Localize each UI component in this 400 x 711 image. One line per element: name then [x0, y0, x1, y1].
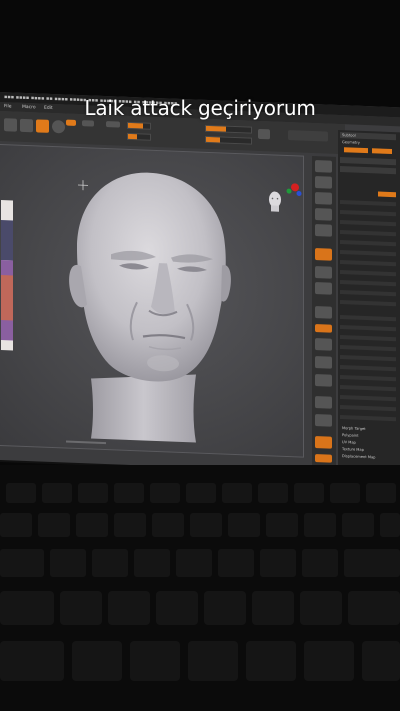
- xyz-button[interactable]: [315, 306, 332, 319]
- del-lower-button[interactable]: [372, 148, 392, 155]
- rgb-intensity-slider[interactable]: [127, 121, 151, 130]
- solo-button[interactable]: [315, 436, 332, 449]
- move-view-button[interactable]: [315, 338, 332, 351]
- palette-item-texture-map[interactable]: Texture Map: [342, 447, 364, 452]
- palette-item-uv-map[interactable]: UV Map: [342, 440, 356, 445]
- photo-scene: ▪▪▪ ▪▪▪▪ ▪▪▪▪ ▪▪ ▪▪▪▪ ▪▪▪▪▪ ▪▪▪ ▪▪▪▪▪ ▪▪…: [0, 0, 400, 711]
- 3d-viewport[interactable]: [0, 143, 304, 458]
- palette-item-morph-target[interactable]: Morph Target: [342, 426, 366, 431]
- orientation-gizmo-icon: [286, 183, 302, 196]
- caption-text: Laik attack geçiriyorum: [84, 96, 316, 120]
- floor-button[interactable]: [315, 266, 332, 279]
- sdiv-slider[interactable]: [378, 191, 396, 198]
- draw-mode-button[interactable]: [20, 118, 33, 133]
- divide-button[interactable]: [344, 147, 368, 154]
- local-button[interactable]: [315, 282, 332, 295]
- monitor-screen: ▪▪▪ ▪▪▪▪ ▪▪▪▪ ▪▪ ▪▪▪▪ ▪▪▪▪▪ ▪▪▪ ▪▪▪▪▪ ▪▪…: [0, 92, 400, 476]
- subtool-palette: Subtool Geometry Morph Target Polypaint …: [338, 129, 400, 476]
- sculpt-neck: [91, 374, 196, 443]
- keyboard: [0, 465, 400, 711]
- z-intensity-slider[interactable]: [127, 132, 151, 141]
- transp-button[interactable]: [315, 414, 332, 427]
- active-points-readout: [288, 130, 328, 142]
- draw-size-slider[interactable]: [205, 135, 252, 145]
- dynamic-button[interactable]: [258, 128, 270, 140]
- reference-image: [1, 200, 13, 351]
- bpr-button[interactable]: [315, 160, 332, 173]
- spix-button[interactable]: [315, 176, 332, 189]
- rotate-mode-button[interactable]: [52, 119, 65, 134]
- head-thumbnail-icon: [269, 191, 281, 212]
- rotate-view-button[interactable]: [315, 374, 332, 387]
- zsub-toggle[interactable]: [106, 121, 120, 128]
- edit-mode-button[interactable]: [4, 118, 17, 132]
- scroll-button[interactable]: [315, 192, 332, 205]
- move-mode-button[interactable]: [36, 119, 49, 133]
- persp-button[interactable]: [315, 248, 332, 261]
- polyf-button[interactable]: [315, 396, 332, 409]
- zoom-button[interactable]: [315, 208, 332, 221]
- right-tool-shelf: [312, 155, 336, 467]
- viewport-canvas: [1, 172, 302, 445]
- palette-item-subtool[interactable]: Subtool: [342, 133, 356, 138]
- frame-button[interactable]: [315, 324, 332, 333]
- zoom-view-button[interactable]: [315, 356, 332, 369]
- crosshair-icon: [78, 180, 88, 191]
- focal-shift-slider[interactable]: [205, 124, 252, 134]
- monitor: ▪▪▪ ▪▪▪▪ ▪▪▪▪ ▪▪ ▪▪▪▪ ▪▪▪▪▪ ▪▪▪ ▪▪▪▪▪ ▪▪…: [0, 92, 400, 478]
- palette-item-displacement-map[interactable]: Displacement Map: [342, 454, 375, 459]
- rgb-toggle[interactable]: [66, 119, 76, 126]
- sculpt-head: [77, 172, 226, 382]
- palette-item-geometry[interactable]: Geometry: [342, 140, 360, 145]
- actual-button[interactable]: [315, 224, 332, 237]
- sculpt-ear-right: [221, 265, 231, 302]
- zadd-toggle[interactable]: [82, 120, 94, 127]
- xpose-button[interactable]: [315, 454, 332, 463]
- palette-item-polypaint[interactable]: Polypaint: [342, 433, 359, 438]
